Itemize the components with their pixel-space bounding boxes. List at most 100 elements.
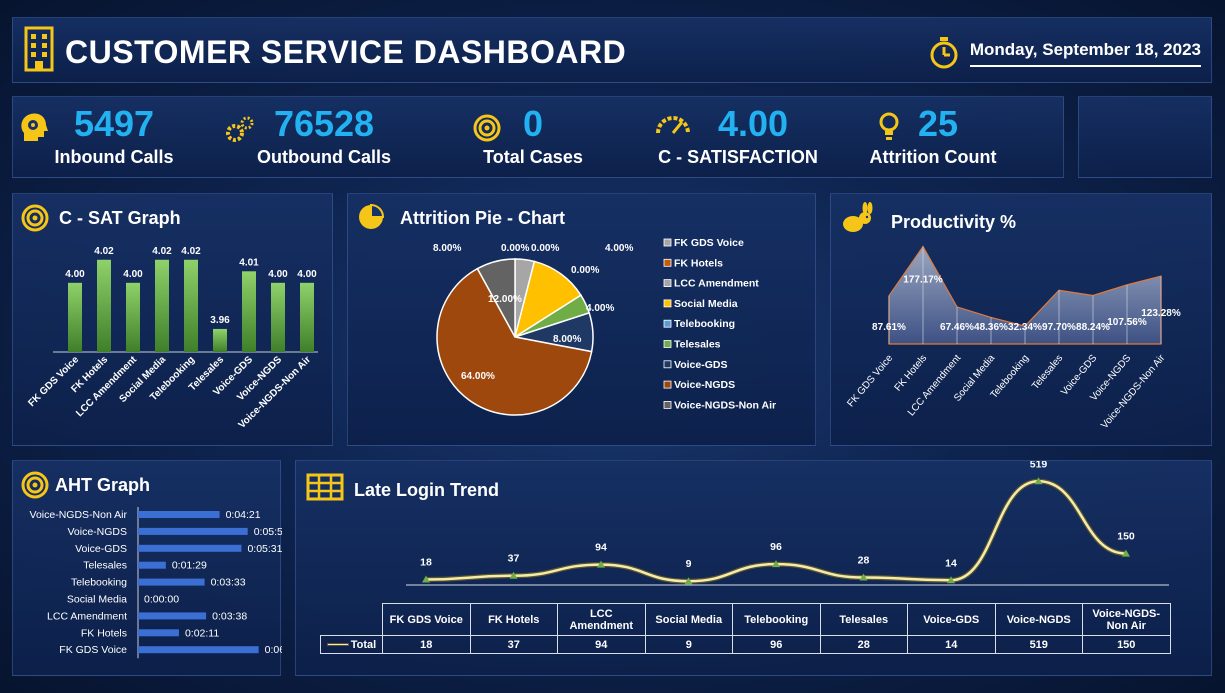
aht-bar: [138, 612, 207, 620]
table-column-header: LCC Amendment: [557, 603, 646, 636]
aht-bar: [138, 527, 248, 535]
aht-category-label: FK GDS Voice: [59, 644, 127, 656]
aht-data-label: 0:01:29: [172, 560, 207, 572]
productivity-panel: Productivity % 87.61% FK GDS Voice 177.17%…: [830, 193, 1212, 446]
trend-data-label: 18: [420, 556, 432, 568]
csat-data-label: 4.02: [94, 246, 114, 257]
pie-data-label: 64.00%: [461, 371, 495, 382]
late-login-chart: 18 37 94 9 96 28 14 519 150: [406, 461, 1169, 586]
table-corner: [321, 604, 383, 636]
kpi-outbound-calls: 76528 Outbound Calls: [249, 103, 399, 168]
aht-data-label: 0:05:51: [254, 526, 282, 538]
table-column-header: Telesales: [819, 603, 908, 636]
table-cell: 96: [732, 635, 821, 654]
trend-data-label: 9: [686, 558, 692, 570]
productivity-chart: 87.61% FK GDS Voice 177.17% FK Hotels 67.46%…: [845, 245, 1181, 431]
kpi-label: Attrition Count: [869, 147, 997, 167]
kpi-satisfaction: 4.00 C - SATISFACTION: [658, 103, 818, 168]
productivity-category-label: FK Hotels: [893, 353, 930, 394]
aht-category-label: LCC Amendment: [47, 610, 127, 622]
aht-category-label: Voice-NGDS-Non Air: [30, 509, 128, 521]
aht-data-label: 0:03:38: [212, 610, 247, 622]
current-date: Monday, September 18, 2023: [969, 40, 1201, 67]
table-header-row: FK GDS Voice FK Hotels LCC Amendment Social…: [321, 603, 1171, 636]
table-column-header: FK GDS Voice: [382, 603, 471, 636]
building-icon: [24, 26, 54, 72]
pie-data-label: 0.00%: [501, 243, 529, 254]
kpi-label: Inbound Calls: [54, 147, 174, 167]
trend-data-label: 37: [508, 553, 520, 565]
legend-line-icon: [326, 643, 349, 647]
csat-bar: [242, 271, 256, 352]
kpi-label: Outbound Calls: [257, 147, 391, 167]
table-cell: 37: [469, 635, 558, 654]
aht-data-label: 0:03:33: [211, 577, 246, 589]
legend-label: FK GDS Voice: [674, 237, 744, 249]
kpi-label: Total Cases: [483, 147, 583, 167]
kpi-label: C - SATISFACTION: [658, 147, 818, 167]
trend-data-label: 150: [1117, 531, 1135, 543]
csat-data-label: 4.02: [152, 246, 172, 257]
legend-swatch: [663, 319, 672, 328]
header-bar: CUSTOMER SERVICE DASHBOARD Monday, Septe…: [12, 17, 1212, 83]
table-column-header: Voice-NGDS: [994, 603, 1083, 636]
csat-data-label: 4.00: [297, 269, 317, 280]
aht-bar: [138, 629, 179, 637]
legend-label: Telesales: [674, 339, 721, 351]
aht-category-label: FK Hotels: [81, 627, 127, 639]
aht-category-label: Voice-NGDS: [67, 526, 127, 538]
target-icon: [21, 204, 49, 232]
legend-swatch: [663, 258, 672, 267]
kpi-value: 25: [917, 103, 959, 144]
pie-data-label: 0.00%: [571, 265, 599, 276]
csat-data-label: 4.00: [65, 269, 85, 280]
productivity-data-label: 88.24%: [1076, 322, 1110, 333]
aht-bar: [138, 561, 166, 569]
aht-category-label: Social Media: [67, 594, 127, 606]
pie-data-label: 0.00%: [531, 243, 559, 254]
legend-swatch: [663, 380, 672, 389]
pie-data-label: 8.00%: [433, 243, 461, 254]
table-cell: 9: [644, 635, 733, 654]
trend-data-label: 94: [595, 542, 607, 554]
table-cell: 18: [382, 635, 471, 654]
legend-label: LCC Amendment: [674, 278, 759, 290]
aht-data-label: 0:05:31: [247, 543, 282, 555]
aht-bar: [138, 646, 259, 654]
aht-category-label: Telebooking: [71, 577, 127, 589]
productivity-category-label: Telesales: [1030, 353, 1065, 392]
legend-swatch: [663, 360, 672, 369]
kpi-value: 0: [522, 103, 544, 144]
csat-bar: [300, 282, 314, 352]
table-cell: 519: [994, 635, 1083, 654]
pie-data-label: 8.00%: [553, 334, 581, 345]
legend-label: Social Media: [674, 298, 738, 310]
trend-data-label: 96: [770, 541, 782, 553]
aht-data-label: 0:04:21: [226, 509, 261, 521]
pie-data-label: 4.00%: [605, 243, 633, 254]
legend-label: Voice-GDS: [674, 359, 727, 371]
aht-panel: AHT Graph Voice-NGDS-Non Air 0:04:21 Voice…: [12, 460, 282, 676]
trend-data-label: 28: [858, 555, 870, 567]
aht-category-label: Voice-GDS: [75, 543, 127, 555]
table-row: Total 18 37 94 9 96 28 14 519 150: [320, 635, 1171, 654]
trend-data-label: 519: [1030, 461, 1048, 470]
legend-label: FK Hotels: [674, 257, 723, 269]
csat-bar: [271, 282, 285, 352]
kpi-value: 76528: [273, 103, 375, 144]
table-column-header: Social Media: [644, 603, 733, 636]
legend-label: Voice-NGDS: [674, 379, 735, 391]
kpi-value: 4.00: [717, 103, 789, 144]
attrition-pie-chart: 4.00%0.00%0.00%12.00%0.00%4.00%8.00%64.0…: [433, 237, 776, 416]
productivity-data-label: 48.36%: [974, 322, 1008, 333]
legend-swatch: [663, 340, 672, 348]
kpi-total-cases: 0 Total Cases: [478, 103, 588, 168]
csat-data-label: 4.00: [268, 269, 288, 280]
legend-swatch: [663, 400, 672, 409]
kpi-value: 5497: [73, 103, 155, 144]
kpi-attrition-count: 25 Attrition Count: [863, 103, 1003, 168]
pie-data-label: 4.00%: [586, 303, 614, 314]
kpi-inbound-calls: 5497 Inbound Calls: [49, 103, 179, 168]
table-column-header: Voice-NGDS-Non Air: [1082, 603, 1171, 636]
productivity-category-label: FK GDS Voice: [845, 353, 895, 410]
